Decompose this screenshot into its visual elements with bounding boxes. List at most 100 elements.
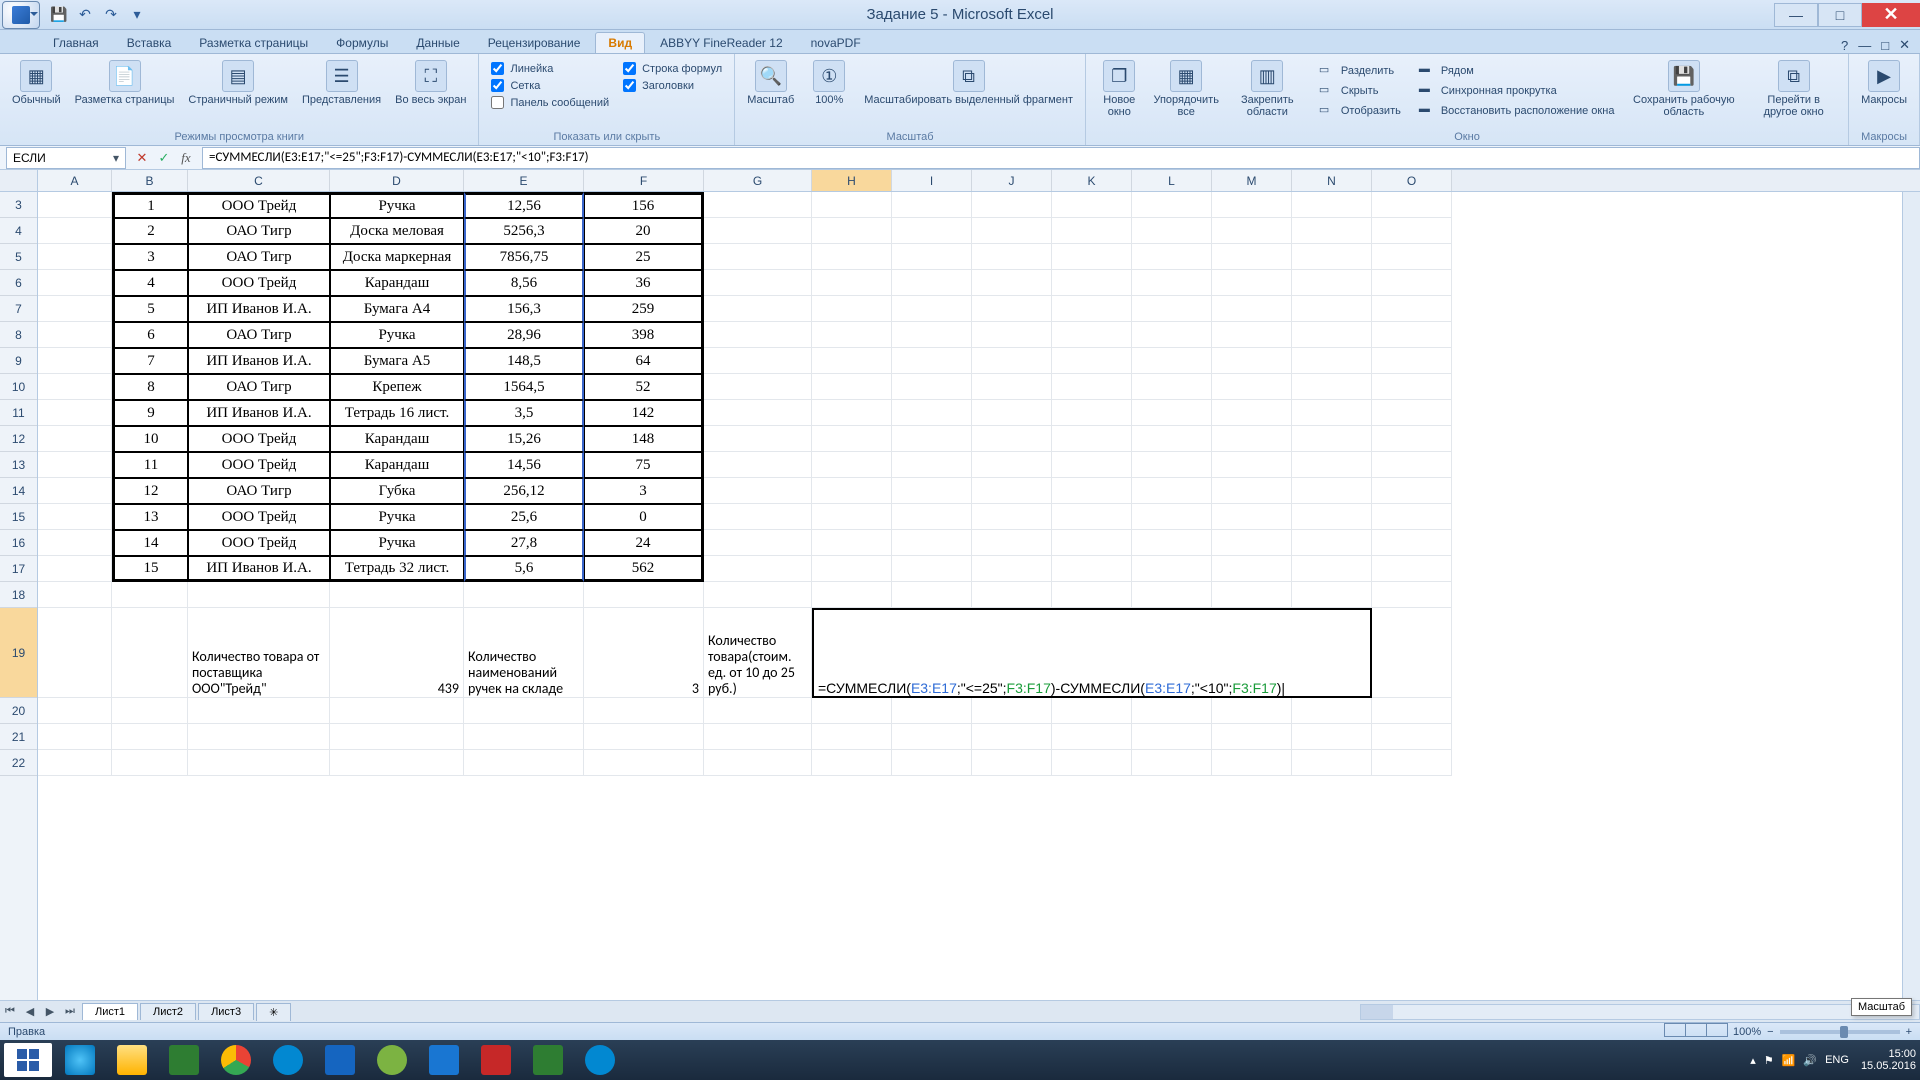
cell[interactable]	[704, 582, 812, 608]
cell[interactable]	[1132, 218, 1212, 244]
cell[interactable]	[812, 270, 892, 296]
cancel-formula-icon[interactable]: ✕	[132, 150, 152, 166]
side-by-side-button[interactable]: ▬Рядом	[1415, 62, 1619, 80]
zoom-in-icon[interactable]: +	[1906, 1026, 1912, 1038]
name-box[interactable]: ЕСЛИ ▾	[6, 147, 126, 169]
cell[interactable]	[1372, 452, 1452, 478]
cell[interactable]: Тетрадь 16 лист.	[330, 400, 464, 426]
row-header-13[interactable]: 13	[0, 452, 37, 478]
cells[interactable]: 1ООО ТрейдРучка12,561562ОАО ТигрДоска ме…	[38, 192, 1902, 1000]
zoom-out-icon[interactable]: −	[1767, 1026, 1773, 1038]
row-header-8[interactable]: 8	[0, 322, 37, 348]
cell[interactable]	[38, 322, 112, 348]
cell[interactable]: 9	[112, 400, 188, 426]
cell[interactable]	[1372, 698, 1452, 724]
cell[interactable]	[1052, 582, 1132, 608]
cell[interactable]	[1292, 698, 1372, 724]
cell[interactable]	[330, 698, 464, 724]
hide-button[interactable]: ▭Скрыть	[1315, 82, 1405, 100]
cell[interactable]: ИП Иванов И.А.	[188, 556, 330, 582]
cell[interactable]	[704, 192, 812, 218]
cell[interactable]	[704, 698, 812, 724]
cell[interactable]	[1212, 478, 1292, 504]
close-button[interactable]: ✕	[1862, 3, 1920, 27]
cell[interactable]	[972, 296, 1052, 322]
cell[interactable]	[1132, 192, 1212, 218]
row-header-6[interactable]: 6	[0, 270, 37, 296]
split-button[interactable]: ▭Разделить	[1315, 62, 1405, 80]
cell[interactable]: 25	[584, 244, 704, 270]
cell[interactable]	[704, 556, 812, 582]
cell[interactable]: Количество товара от поставщика ООО"Трей…	[188, 608, 330, 698]
cell[interactable]	[1212, 426, 1292, 452]
cell[interactable]: ИП Иванов И.А.	[188, 348, 330, 374]
cell[interactable]: 14	[112, 530, 188, 556]
cell[interactable]	[704, 244, 812, 270]
col-header-E[interactable]: E	[464, 170, 584, 191]
cell[interactable]	[1212, 724, 1292, 750]
cell[interactable]	[464, 724, 584, 750]
cell[interactable]	[1372, 582, 1452, 608]
tab-abbyy-finereader-12[interactable]: ABBYY FineReader 12	[647, 32, 796, 53]
row-header-18[interactable]: 18	[0, 582, 37, 608]
macros-button[interactable]: ▶Макросы	[1857, 58, 1911, 108]
col-header-C[interactable]: C	[188, 170, 330, 191]
cell[interactable]	[1052, 504, 1132, 530]
cell[interactable]: 156,3	[464, 296, 584, 322]
row-header-19[interactable]: 19	[0, 608, 37, 698]
cell[interactable]: Карандаш	[330, 426, 464, 452]
cell[interactable]: 10	[112, 426, 188, 452]
ribbon-close-icon[interactable]: ✕	[1899, 37, 1910, 53]
cell[interactable]: 148	[584, 426, 704, 452]
row-header-20[interactable]: 20	[0, 698, 37, 724]
cell[interactable]	[1212, 530, 1292, 556]
row-header-9[interactable]: 9	[0, 348, 37, 374]
cell[interactable]	[584, 698, 704, 724]
col-header-G[interactable]: G	[704, 170, 812, 191]
cell[interactable]: 14,56	[464, 452, 584, 478]
tab-главная[interactable]: Главная	[40, 32, 112, 53]
cell[interactable]: 11	[112, 452, 188, 478]
ruler-checkbox[interactable]: Линейка	[491, 62, 609, 75]
cell[interactable]: 13	[112, 504, 188, 530]
sheet-tab-Лист3[interactable]: Лист3	[198, 1003, 254, 1020]
cell[interactable]: Тетрадь 32 лист.	[330, 556, 464, 582]
col-header-O[interactable]: O	[1372, 170, 1452, 191]
cell[interactable]: 3	[584, 478, 704, 504]
cell[interactable]	[812, 452, 892, 478]
cell[interactable]	[892, 192, 972, 218]
cell[interactable]	[584, 582, 704, 608]
cell[interactable]: 8,56	[464, 270, 584, 296]
cell[interactable]	[812, 426, 892, 452]
cell[interactable]	[704, 374, 812, 400]
cell[interactable]	[1292, 348, 1372, 374]
cell[interactable]	[1292, 374, 1372, 400]
cell[interactable]	[1292, 556, 1372, 582]
cell[interactable]	[38, 426, 112, 452]
cell[interactable]	[812, 244, 892, 270]
cell[interactable]	[892, 270, 972, 296]
sheet-nav-first-icon[interactable]: ⏮	[0, 1005, 20, 1018]
cell[interactable]	[1292, 478, 1372, 504]
cell[interactable]	[704, 296, 812, 322]
cell[interactable]	[112, 608, 188, 698]
cell[interactable]	[1132, 426, 1212, 452]
cell[interactable]: ООО Трейд	[188, 452, 330, 478]
cell[interactable]	[1212, 750, 1292, 776]
cell[interactable]	[1212, 322, 1292, 348]
col-header-F[interactable]: F	[584, 170, 704, 191]
cell[interactable]	[1292, 296, 1372, 322]
cell[interactable]	[972, 698, 1052, 724]
cell[interactable]	[972, 582, 1052, 608]
tab-рецензирование[interactable]: Рецензирование	[475, 32, 594, 53]
cell[interactable]	[1372, 530, 1452, 556]
cell[interactable]	[1212, 192, 1292, 218]
cell[interactable]: 5	[112, 296, 188, 322]
cell[interactable]	[1212, 270, 1292, 296]
horizontal-scrollbar[interactable]	[1360, 1004, 1920, 1020]
col-header-M[interactable]: M	[1212, 170, 1292, 191]
cell[interactable]	[1132, 400, 1212, 426]
sheet-nav-last-icon[interactable]: ⏭	[60, 1005, 80, 1018]
new-sheet-button[interactable]: ✳	[256, 1003, 291, 1021]
cell[interactable]	[1212, 556, 1292, 582]
